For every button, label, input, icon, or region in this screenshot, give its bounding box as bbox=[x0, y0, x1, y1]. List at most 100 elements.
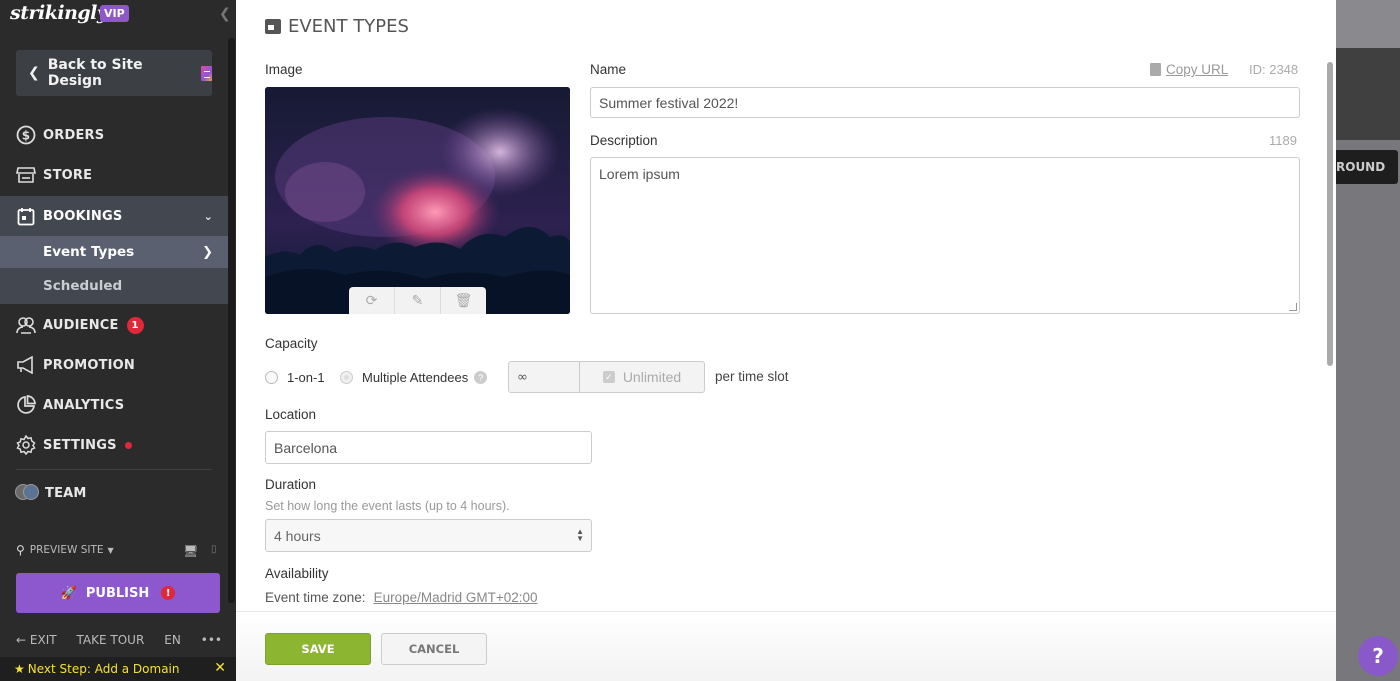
sidebar-divider bbox=[16, 469, 212, 470]
next-step-label: Next Step: Add a Domain bbox=[27, 662, 180, 676]
panel-footer: SAVE CANCEL bbox=[236, 611, 1336, 681]
more-options-icon[interactable]: ••• bbox=[201, 633, 222, 647]
name-input[interactable]: Summer festival 2022! bbox=[590, 87, 1300, 118]
background-top-strip bbox=[1336, 0, 1400, 48]
publish-button[interactable]: 🚀 PUBLISH ! bbox=[16, 573, 220, 613]
exit-link[interactable]: ← EXIT bbox=[16, 633, 57, 647]
resize-handle[interactable] bbox=[1289, 303, 1297, 311]
strikingly-logo[interactable]: strikingly bbox=[10, 2, 108, 24]
panel-scrollbar[interactable] bbox=[1327, 62, 1333, 366]
sidebar-item-analytics[interactable]: ANALYTICS bbox=[0, 385, 228, 425]
sidebar-item-store[interactable]: STORE bbox=[0, 155, 228, 195]
page-title: EVENT TYPES bbox=[265, 16, 409, 37]
capacity-option-multiple[interactable]: Multiple Attendees ? bbox=[340, 370, 488, 385]
availability-label: Availability bbox=[265, 566, 329, 581]
help-button[interactable]: ? bbox=[1358, 636, 1398, 676]
sidebar-item-label: BOOKINGS bbox=[43, 208, 123, 224]
subitem-label: Scheduled bbox=[43, 278, 123, 294]
close-icon[interactable]: ✕ bbox=[214, 660, 226, 676]
trash-icon: 🗑 bbox=[454, 292, 473, 309]
duration-select[interactable]: 4 hours ▲ ▼ bbox=[265, 519, 592, 552]
radio-label: 1-on-1 bbox=[287, 370, 325, 385]
gear-icon bbox=[15, 434, 37, 456]
pie-chart-icon bbox=[15, 394, 37, 416]
description-textarea[interactable]: Lorem ipsum bbox=[590, 157, 1300, 314]
sidebar-item-promotion[interactable]: PROMOTION bbox=[0, 345, 228, 385]
radio-button[interactable] bbox=[340, 371, 353, 384]
vip-badge: VIP bbox=[100, 5, 129, 22]
edit-image-button[interactable]: ✎ bbox=[395, 287, 441, 314]
description-label: Description bbox=[590, 133, 658, 148]
page-title-text: EVENT TYPES bbox=[288, 16, 409, 37]
timezone-row: Event time zone: Europe/Madrid GMT+02:00 bbox=[265, 590, 538, 605]
sidebar-footer-links: ← EXIT TAKE TOUR EN ••• bbox=[16, 633, 222, 647]
delete-image-button[interactable]: 🗑 bbox=[441, 287, 486, 314]
timezone-link[interactable]: Europe/Madrid GMT+02:00 bbox=[374, 590, 538, 605]
storefront-icon bbox=[15, 164, 37, 186]
language-link[interactable]: EN bbox=[164, 633, 181, 647]
star-icon: ★ bbox=[14, 662, 25, 676]
unlimited-label: Unlimited bbox=[622, 369, 682, 385]
save-button[interactable]: SAVE bbox=[265, 633, 371, 665]
collapse-sidebar-icon[interactable]: ❮ bbox=[219, 6, 231, 22]
duration-value: 4 hours bbox=[274, 527, 321, 544]
sidebar-scrollbar[interactable] bbox=[228, 38, 235, 603]
rocket-icon: 🚀 bbox=[60, 585, 77, 601]
sidebar-item-label: TEAM bbox=[45, 485, 87, 501]
copy-icon bbox=[1150, 63, 1161, 76]
publish-label: PUBLISH bbox=[85, 585, 150, 601]
unlimited-checkbox[interactable]: ✓ Unlimited bbox=[580, 362, 704, 392]
replace-image-button[interactable]: ⟳ bbox=[349, 287, 395, 314]
sidebar-item-label: ORDERS bbox=[43, 127, 105, 143]
next-step-banner[interactable]: ★ Next Step: Add a Domain ✕ bbox=[0, 657, 236, 681]
location-label: Location bbox=[265, 407, 317, 422]
fireworks-photo bbox=[265, 87, 570, 314]
description-text: Lorem ipsum bbox=[599, 166, 680, 182]
event-types-panel: EVENT TYPES Image ⟳ ✎ 🗑 Name Copy URL ID… bbox=[236, 0, 1336, 681]
event-id: ID: 2348 bbox=[1249, 62, 1299, 77]
site-document-icon bbox=[200, 65, 212, 81]
copy-url-label: Copy URL bbox=[1166, 62, 1229, 77]
per-time-slot-label: per time slot bbox=[715, 369, 789, 384]
sidebar-item-audience[interactable]: AUDIENCE 1 bbox=[0, 305, 228, 345]
megaphone-icon bbox=[15, 354, 37, 376]
chevron-left-icon: ❮ bbox=[28, 65, 40, 81]
sidebar-item-label: STORE bbox=[43, 167, 93, 183]
back-to-site-design-button[interactable]: ❮ Back to Site Design bbox=[16, 50, 212, 96]
radio-button[interactable] bbox=[265, 371, 278, 384]
sidebar-item-orders[interactable]: $ ORDERS bbox=[0, 115, 228, 155]
desktop-icon[interactable]: 🖥 bbox=[183, 544, 198, 558]
calendar-icon bbox=[265, 19, 281, 34]
background-button[interactable]: ROUND bbox=[1336, 150, 1398, 184]
sidebar-item-bookings[interactable]: BOOKINGS ⌄ bbox=[0, 196, 228, 236]
event-image: ⟳ ✎ 🗑 bbox=[265, 87, 570, 314]
sidebar-item-label: PROMOTION bbox=[43, 357, 136, 373]
capacity-input-group: ∞ ✓ Unlimited bbox=[508, 361, 705, 393]
sidebar-subitem-event-types[interactable]: Event Types ❯ bbox=[0, 236, 228, 268]
sidebar-item-label: SETTINGS bbox=[43, 437, 117, 453]
exit-label: EXIT bbox=[29, 633, 57, 647]
mobile-icon[interactable]: ▯ bbox=[211, 544, 217, 555]
dollar-circle-icon: $ bbox=[15, 124, 37, 146]
help-icon[interactable]: ? bbox=[474, 371, 488, 384]
edit-icon: ✎ bbox=[411, 292, 424, 309]
capacity-option-1-on-1[interactable]: 1-on-1 bbox=[265, 370, 325, 385]
sidebar-subitem-scheduled[interactable]: Scheduled bbox=[0, 268, 228, 304]
sidebar-item-label: ANALYTICS bbox=[43, 397, 125, 413]
notification-badge: 1 bbox=[126, 316, 144, 334]
location-input[interactable]: Barcelona bbox=[265, 431, 592, 464]
preview-site-dropdown[interactable]: ⚲ PREVIEW SITE ▼ bbox=[16, 543, 114, 557]
search-icon: ⚲ bbox=[16, 543, 25, 557]
team-avatars-icon bbox=[15, 484, 41, 502]
image-label: Image bbox=[265, 62, 303, 77]
cancel-button[interactable]: CANCEL bbox=[381, 633, 487, 665]
take-tour-link[interactable]: TAKE TOUR bbox=[77, 633, 145, 647]
sidebar-item-settings[interactable]: SETTINGS bbox=[0, 425, 228, 465]
subitem-label: Event Types bbox=[43, 244, 135, 260]
sidebar-item-team[interactable]: TEAM bbox=[0, 473, 228, 513]
checkbox-checked-icon: ✓ bbox=[602, 371, 615, 383]
capacity-input[interactable]: ∞ bbox=[509, 362, 580, 392]
description-char-count: 1189 bbox=[1269, 133, 1297, 148]
copy-url-link[interactable]: Copy URL bbox=[1150, 62, 1228, 77]
refresh-icon: ⟳ bbox=[365, 292, 378, 309]
